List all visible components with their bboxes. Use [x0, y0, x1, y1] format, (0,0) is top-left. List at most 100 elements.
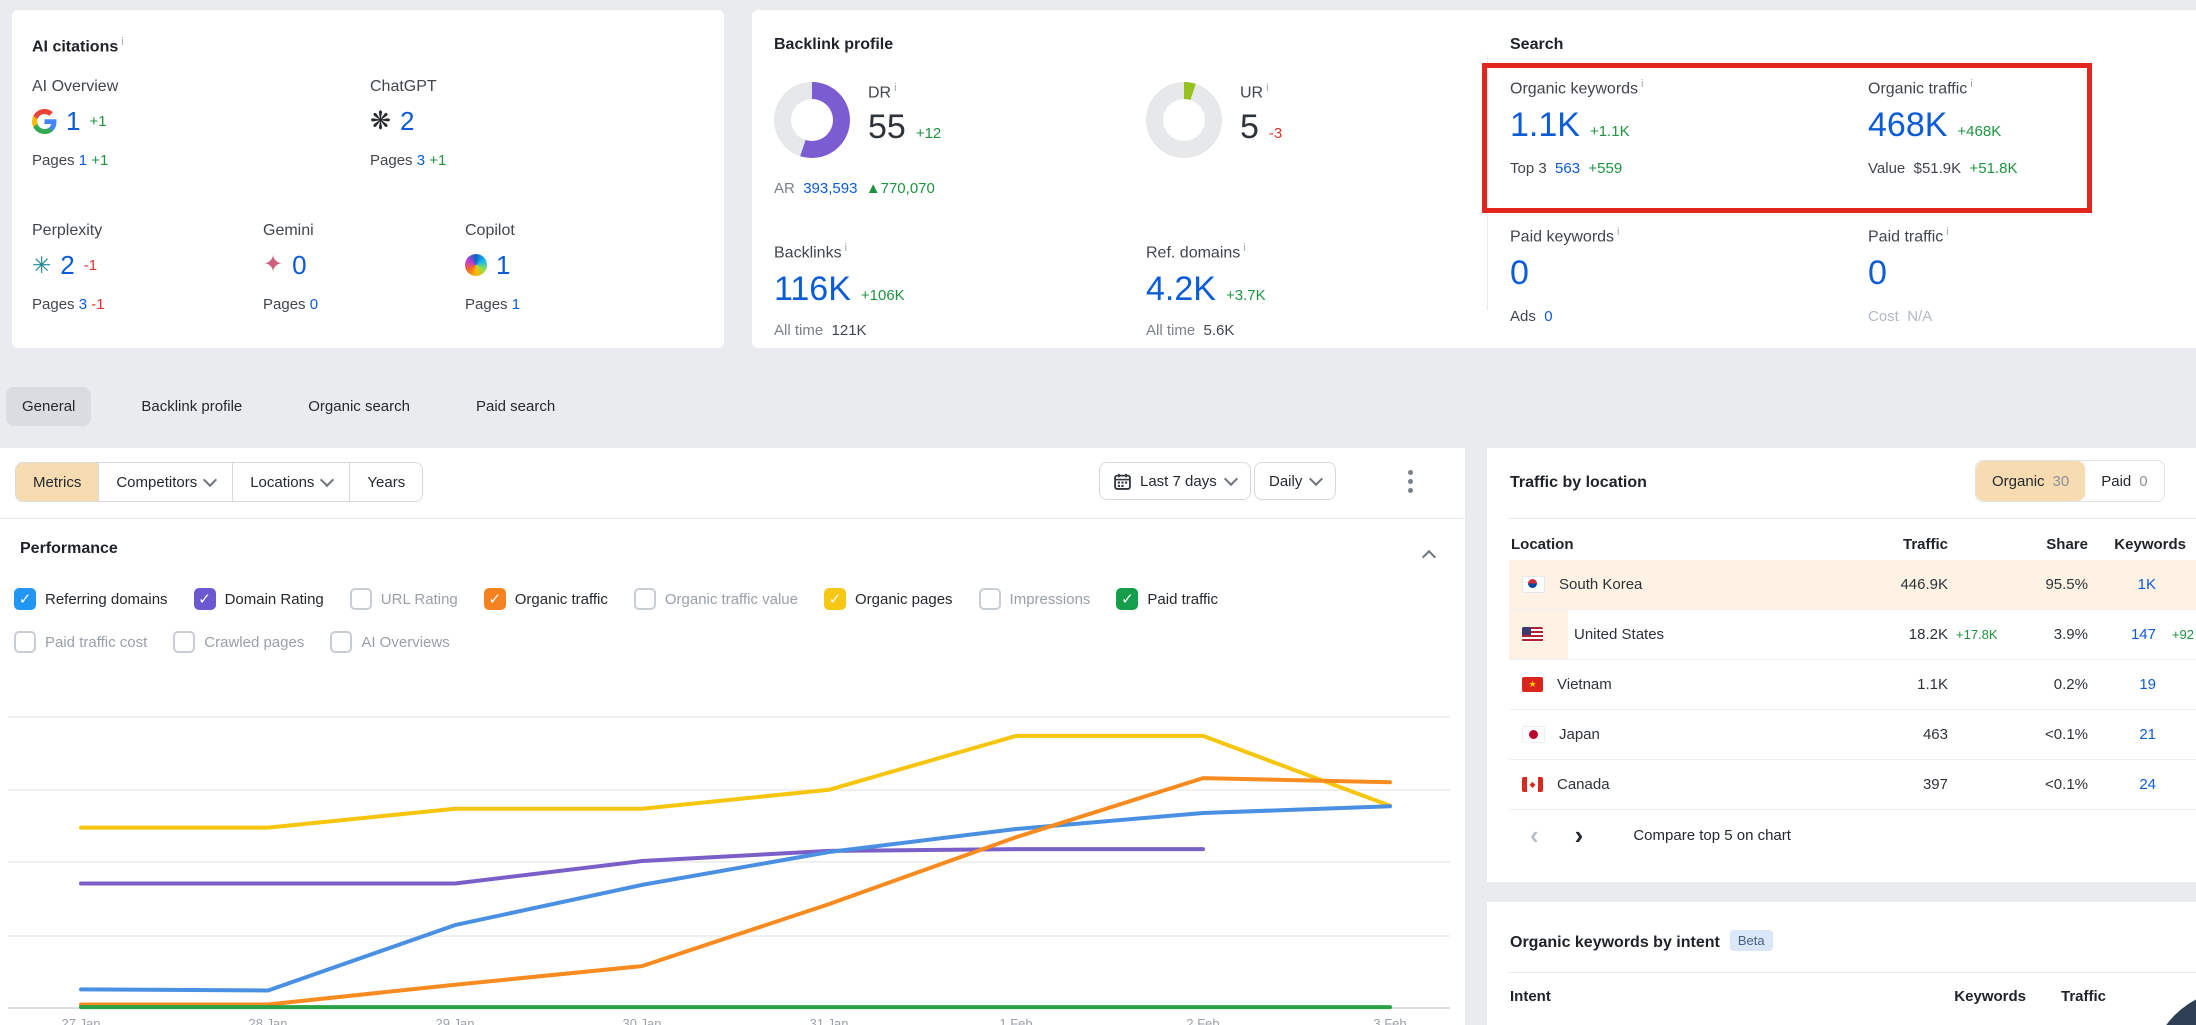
toggle-paid[interactable]: Paid0	[2085, 461, 2163, 501]
ref-domains-block: Ref. domainsi 4.2K+3.7K All time 5.6K	[1146, 242, 1266, 339]
keywords-count[interactable]: 19	[2088, 676, 2156, 693]
top3-count[interactable]: 563	[1555, 160, 1580, 177]
metric-toggle-referring-domains[interactable]: ✓ Referring domains	[14, 588, 168, 610]
granularity-button[interactable]: Daily	[1254, 462, 1336, 500]
traffic-value: 446.9K	[1836, 576, 1948, 593]
info-icon[interactable]: i	[1970, 78, 1972, 90]
checked-checkbox-icon[interactable]: ✓	[194, 588, 216, 610]
chart-line-domain-rating	[81, 849, 1203, 883]
tab-general[interactable]: General	[6, 387, 91, 426]
date-range-button[interactable]: Last 7 days	[1099, 462, 1251, 500]
x-axis-label: 2 Feb	[1186, 1016, 1219, 1025]
location-table-header: Location Traffic Share Keywords	[1510, 528, 2196, 560]
ai-source-perplexity: Perplexity ✳ 2 -1 Pages 3 -1	[32, 222, 105, 313]
chatgpt-count[interactable]: 2	[400, 108, 414, 134]
perplexity-count[interactable]: 2	[60, 252, 74, 278]
location-name: United States	[1574, 626, 1664, 643]
ads-count[interactable]: 0	[1544, 308, 1552, 325]
unchecked-checkbox-icon[interactable]	[350, 588, 372, 610]
location-row-canada[interactable]: ◆Canada397<0.1%24	[1509, 760, 2196, 810]
more-options-button[interactable]	[1408, 470, 1414, 493]
info-icon[interactable]: i	[1243, 242, 1245, 254]
metric-label: Referring domains	[45, 591, 168, 608]
compare-top5-link[interactable]: Compare top 5 on chart	[1633, 827, 1791, 844]
pages-count[interactable]: 3	[417, 152, 425, 169]
performance-chart: 27 Jan28 Jan29 Jan30 Jan31 Jan1 Feb2 Feb…	[0, 648, 1465, 1025]
traffic-by-location-title: Traffic by location	[1510, 474, 1647, 492]
ar-value[interactable]: 393,593	[803, 180, 857, 197]
info-icon[interactable]: i	[1266, 82, 1268, 94]
collapse-section-icon[interactable]	[1422, 550, 1436, 564]
ai-overview-count[interactable]: 1	[66, 108, 80, 134]
ref-domains-count[interactable]: 4.2K	[1146, 272, 1216, 306]
pages-count[interactable]: 3	[79, 296, 87, 313]
google-icon	[32, 109, 57, 134]
locations-filter-button[interactable]: Locations	[233, 463, 350, 501]
pages-count[interactable]: 0	[310, 296, 318, 313]
metric-toggle-paid-traffic[interactable]: ✓Paid traffic	[1116, 588, 1218, 610]
tab-paid-search[interactable]: Paid search	[460, 387, 571, 426]
paid-traffic-block: Paid traffici 0 Cost N/A	[1868, 226, 1949, 325]
competitors-filter-button[interactable]: Competitors	[99, 463, 233, 501]
pages-count[interactable]: 1	[79, 152, 87, 169]
tab-backlink-profile[interactable]: Backlink profile	[125, 387, 258, 426]
tab-organic-search[interactable]: Organic search	[292, 387, 426, 426]
traffic-value: 1.1K	[1836, 676, 1948, 693]
organic-keywords-count[interactable]: 1.1K	[1510, 108, 1580, 142]
years-filter-button[interactable]: Years	[350, 463, 422, 501]
metric-toggle-organic-pages[interactable]: ✓Organic pages	[824, 588, 953, 610]
copilot-count[interactable]: 1	[496, 252, 510, 278]
site-explorer-dashboard: AI citationsi AI Overview 1 +1 Pages 1 +…	[0, 0, 2196, 1025]
next-page-icon[interactable]: ›	[1575, 822, 1584, 848]
checked-checkbox-icon[interactable]: ✓	[1116, 588, 1138, 610]
paid-traffic-count[interactable]: 0	[1868, 254, 1887, 292]
search-title: Search	[1510, 36, 1563, 54]
checked-checkbox-icon[interactable]: ✓	[824, 588, 846, 610]
keywords-change: +92	[2156, 627, 2196, 642]
ca-flag-icon: ◆	[1522, 777, 1543, 792]
ur-block: URi 5-3	[1240, 82, 1282, 144]
keywords-count[interactable]: 24	[2088, 776, 2156, 793]
info-icon[interactable]: i	[894, 82, 896, 94]
info-icon[interactable]: i	[1617, 226, 1619, 238]
location-table-body: South Korea446.9K95.5%1KUnited States18.…	[1509, 560, 2196, 810]
toggle-organic[interactable]: Organic30	[1976, 461, 2085, 501]
metrics-filter-button[interactable]: Metrics	[16, 463, 99, 501]
organic-traffic-count[interactable]: 468K	[1868, 108, 1947, 142]
metric-label: URL Rating	[381, 591, 458, 608]
metric-toggle-organic-traffic-value[interactable]: Organic traffic value	[634, 588, 798, 610]
paid-keywords-count[interactable]: 0	[1510, 254, 1529, 292]
calendar-icon	[1114, 473, 1131, 490]
checked-checkbox-icon[interactable]: ✓	[484, 588, 506, 610]
keywords-count[interactable]: 21	[2088, 726, 2156, 743]
backlinks-count[interactable]: 116K	[774, 272, 851, 306]
info-icon[interactable]: i	[845, 242, 847, 254]
location-name: Canada	[1557, 776, 1610, 793]
unchecked-checkbox-icon[interactable]	[634, 588, 656, 610]
pages-count[interactable]: 1	[512, 296, 520, 313]
keywords-count[interactable]: 1K	[2088, 576, 2156, 593]
metric-toggle-domain-rating[interactable]: ✓Domain Rating	[194, 588, 324, 610]
gemini-count[interactable]: 0	[292, 252, 306, 278]
traffic-value: 397	[1836, 776, 1948, 793]
unchecked-checkbox-icon[interactable]	[979, 588, 1001, 610]
ai-source-ai-overview: AI Overview 1 +1 Pages 1 +1	[32, 78, 118, 169]
info-icon[interactable]: i	[1641, 78, 1643, 90]
x-axis-label: 3 Feb	[1373, 1016, 1406, 1025]
location-row-south-korea[interactable]: South Korea446.9K95.5%1K	[1509, 560, 2196, 610]
info-icon[interactable]: i	[121, 36, 123, 48]
metric-toggle-url-rating[interactable]: URL Rating	[350, 588, 458, 610]
info-icon[interactable]: i	[1946, 226, 1948, 238]
location-row-vietnam[interactable]: ★Vietnam1.1K0.2%19	[1509, 660, 2196, 710]
location-row-united-states[interactable]: United States18.2K+17.8K3.9%147+92	[1509, 610, 2196, 660]
location-row-japan[interactable]: Japan463<0.1%21	[1509, 710, 2196, 760]
checked-checkbox-icon[interactable]: ✓	[14, 588, 36, 610]
x-axis-label: 30 Jan	[622, 1016, 661, 1025]
prev-page-icon[interactable]: ‹	[1530, 822, 1539, 848]
metric-toggle-organic-traffic[interactable]: ✓Organic traffic	[484, 588, 608, 610]
chevron-down-icon	[1309, 472, 1323, 486]
keywords-count[interactable]: 147	[2088, 626, 2156, 643]
metric-toggle-impressions[interactable]: Impressions	[979, 588, 1091, 610]
section-tabs: General Backlink profile Organic search …	[6, 384, 571, 428]
copilot-icon	[465, 254, 487, 276]
